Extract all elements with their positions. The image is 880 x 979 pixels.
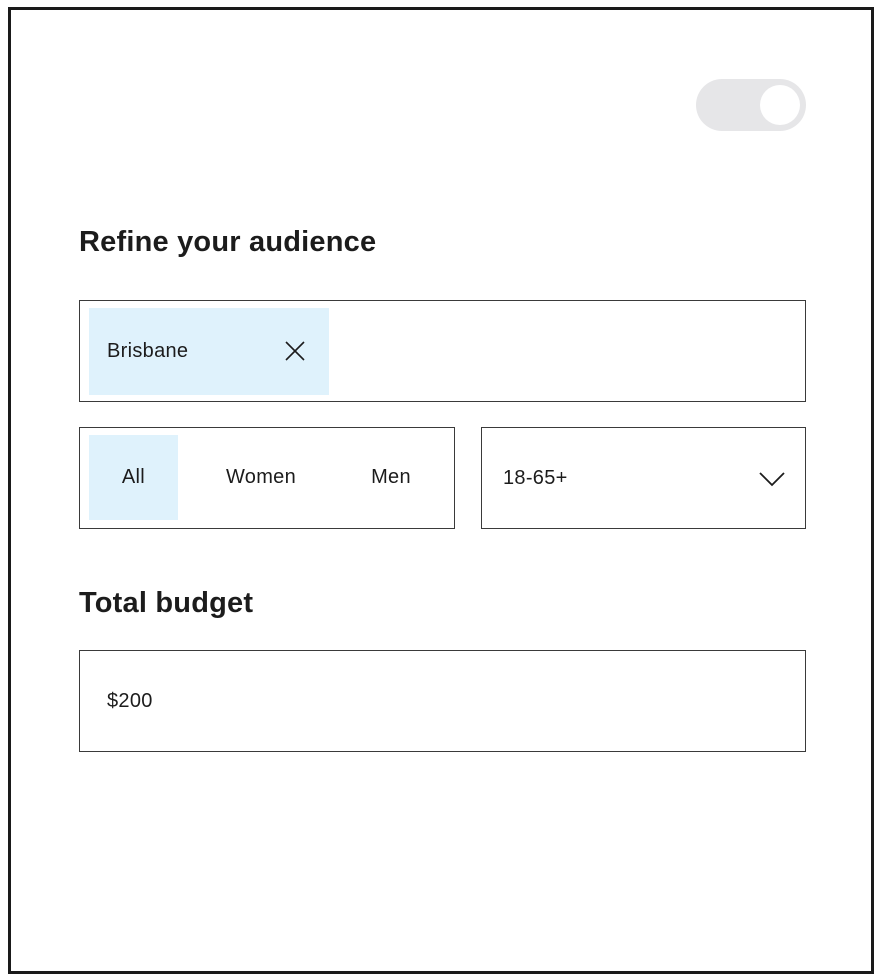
age-range-select[interactable]: 18-65+ <box>481 427 806 529</box>
budget-section-title: Total budget <box>79 587 254 619</box>
age-range-value: 18-65+ <box>503 467 568 489</box>
chevron-down-icon <box>759 472 785 487</box>
settings-toggle[interactable] <box>696 79 806 131</box>
gender-option-men[interactable]: Men <box>350 435 432 520</box>
location-chip[interactable]: Brisbane <box>89 308 329 395</box>
close-icon[interactable] <box>283 339 307 363</box>
gender-selector: All Women Men <box>79 427 455 529</box>
gender-option-all[interactable]: All <box>89 435 178 520</box>
audience-section-title: Refine your audience <box>79 226 377 258</box>
toggle-knob <box>760 85 800 125</box>
location-input[interactable]: Brisbane <box>79 300 806 402</box>
budget-input[interactable]: $200 <box>79 650 806 752</box>
location-chip-label: Brisbane <box>107 340 189 362</box>
gender-option-women[interactable]: Women <box>201 435 321 520</box>
budget-value: $200 <box>107 690 153 712</box>
